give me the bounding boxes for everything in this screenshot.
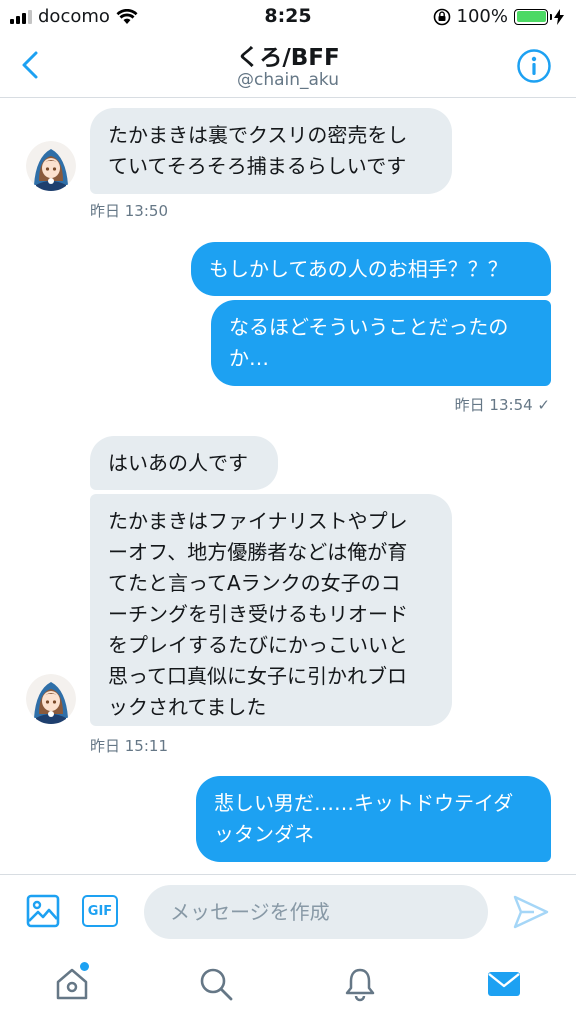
status-right: 100% [433, 6, 564, 27]
conversation-handle: @chain_aku [236, 70, 340, 90]
gif-button[interactable]: GIF [82, 895, 118, 927]
send-button[interactable] [512, 894, 550, 930]
message-timestamp: 昨日 13:54 ✓ [454, 396, 550, 414]
bell-icon [345, 968, 375, 1002]
image-icon [26, 894, 60, 928]
send-icon [513, 895, 549, 929]
tab-messages[interactable] [486, 966, 522, 1002]
tab-search[interactable] [198, 966, 234, 1002]
message-bubble-received[interactable]: たかまきはファイナリストやプレ ーオフ、地方優勝者などは俺が育 てたと言ってAラ… [90, 494, 452, 726]
message-timestamp: 昨日 13:50 [90, 202, 168, 220]
message-bubble-received[interactable]: はいあの人です [90, 436, 278, 490]
rotation-lock-icon [433, 8, 450, 25]
battery-icon [514, 8, 552, 25]
info-icon [517, 49, 551, 83]
notification-dot [80, 962, 89, 971]
info-button[interactable] [516, 48, 552, 84]
status-bar: docomo 8:25 100% [0, 0, 576, 34]
message-list[interactable]: たかまきは裏でクスリの密売をし ていてそろそろ捕まるらしいです 昨日 13:50… [0, 98, 576, 874]
add-image-button[interactable] [26, 894, 60, 928]
home-icon [56, 968, 88, 1000]
conversation-header: くろ/BFF @chain_aku [0, 34, 576, 98]
tab-notifications[interactable] [342, 966, 378, 1002]
message-timestamp: 昨日 15:11 [90, 737, 168, 755]
avatar[interactable] [26, 674, 76, 724]
battery-percent: 100% [456, 6, 508, 27]
message-bubble-sent[interactable]: 悲しい男だ……キットドウテイダ ッタンダネ [196, 776, 551, 862]
message-input[interactable] [144, 885, 488, 939]
avatar[interactable] [26, 141, 76, 191]
conversation-title[interactable]: くろ/BFF [0, 38, 576, 72]
message-bubble-sent[interactable]: なるほどそういうことだったの か… [211, 300, 551, 386]
message-bubble-received[interactable]: たかまきは裏でクスリの密売をし ていてそろそろ捕まるらしいです [90, 108, 452, 194]
message-bubble-sent[interactable]: もしかしてあの人のお相手？？？ [191, 242, 551, 296]
compose-bar: GIF [0, 874, 576, 948]
charging-icon [554, 8, 564, 25]
search-icon [200, 968, 233, 1001]
tab-home[interactable] [54, 966, 90, 1002]
mail-icon [488, 972, 520, 996]
tab-bar [0, 948, 576, 1024]
